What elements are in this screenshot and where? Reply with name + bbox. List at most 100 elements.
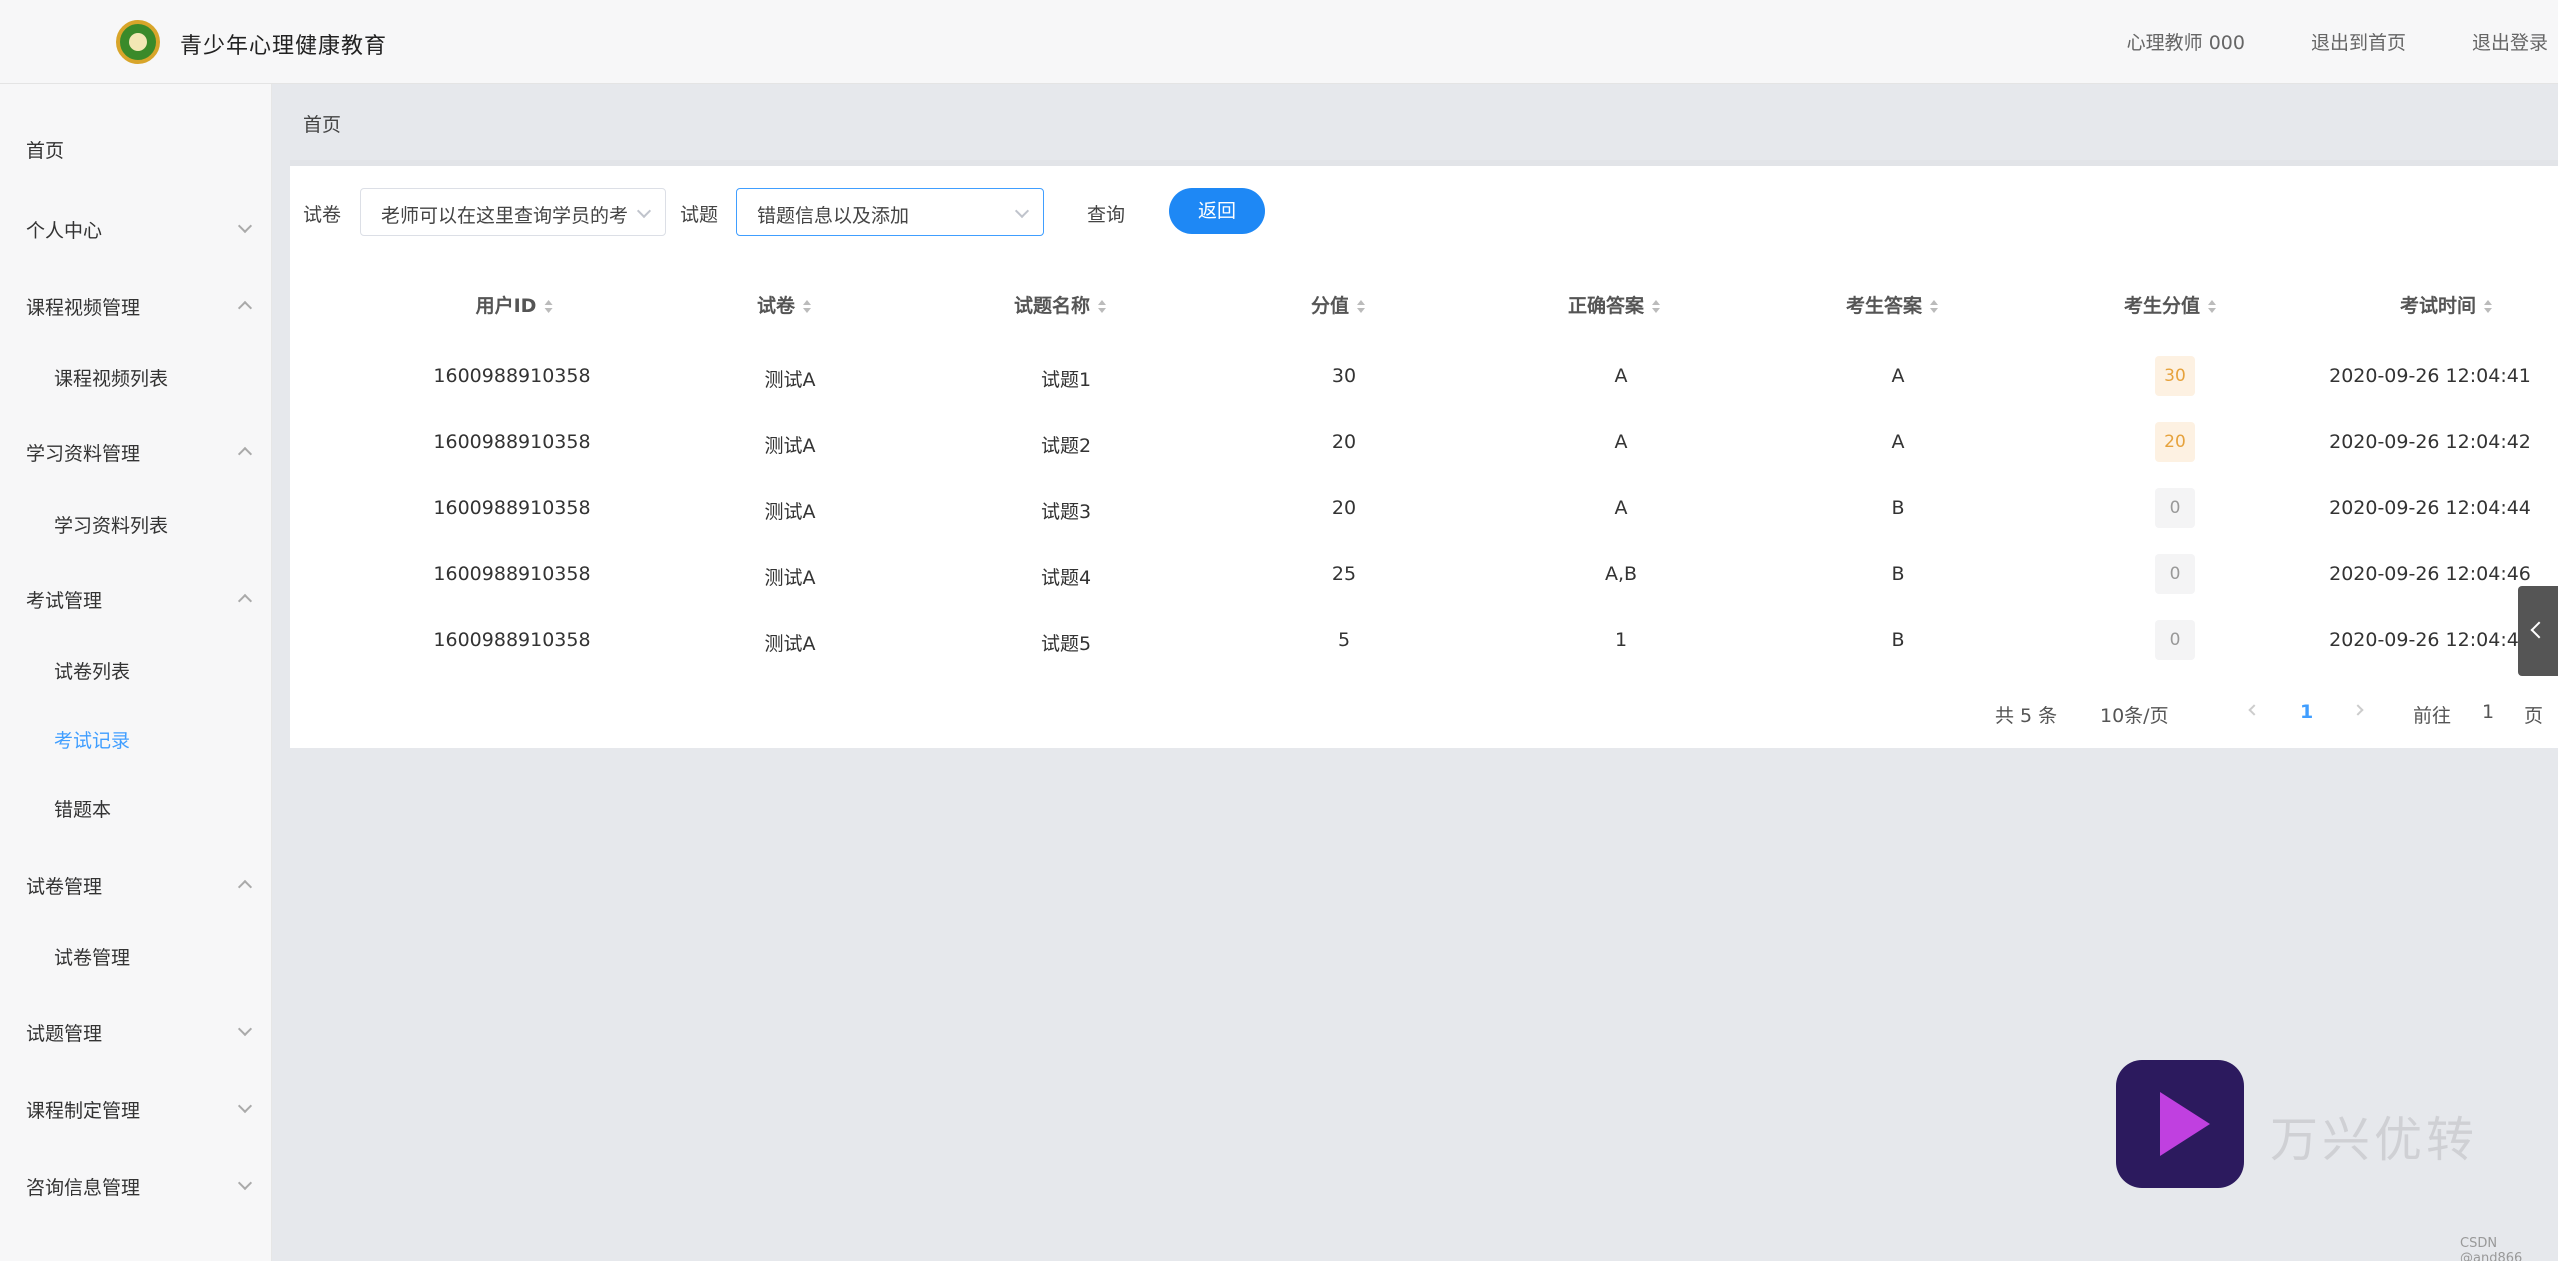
breadcrumb[interactable]: 首页 (303, 110, 341, 137)
paper-select[interactable]: 老师可以在这里查询学员的考 (360, 188, 666, 236)
sidebar-item-exam-records[interactable]: 考试记录 (0, 704, 272, 774)
sidebar-item-study-material-management[interactable]: 学习资料管理 (0, 417, 272, 487)
cell-student-answer: B (1891, 563, 1905, 585)
sidebar-item-question-management[interactable]: 试题管理 (0, 997, 272, 1067)
cell-correct-answer: A,B (1604, 563, 1638, 585)
pagination-goto-label: 前往 (2413, 705, 2452, 727)
cell-paper: 测试A (764, 369, 816, 391)
pagination-page-suffix: 页 (2524, 705, 2544, 727)
page-size-select[interactable]: 10条/页 (2100, 701, 2169, 728)
sidebar-item-course-video-list[interactable]: 课程视频列表 (0, 342, 272, 412)
col-exam-time[interactable]: 考试时间 (2400, 291, 2493, 318)
sort-icon[interactable] (1930, 299, 1939, 314)
cell-question: 试题5 (1040, 633, 1092, 655)
cell-exam-time: 2020-09-26 12:04:48 (2329, 629, 2531, 651)
sidebar-item-course-video-management[interactable]: 课程视频管理 (0, 271, 272, 341)
cell-score: 5 (1337, 629, 1351, 651)
logo-icon (116, 20, 160, 64)
cell-exam-time: 2020-09-26 12:04:44 (2329, 497, 2531, 519)
cell-score: 20 (1331, 431, 1357, 453)
sort-icon[interactable] (1357, 299, 1366, 314)
paper-filter-label: 试卷 (303, 204, 342, 226)
sidebar-item-exam-management[interactable]: 考试管理 (0, 564, 272, 634)
sort-icon[interactable] (1098, 299, 1107, 314)
chevron-up-icon (237, 300, 253, 316)
watermark-text: 万兴优转 (2270, 1112, 2479, 1168)
sidebar-item-consult-management[interactable]: 咨询信息管理 (0, 1151, 272, 1221)
chevron-down-icon (1014, 203, 1030, 219)
cell-student-answer: B (1891, 629, 1905, 651)
pagination-current-page[interactable]: 1 (2300, 701, 2313, 723)
sidebar-item-paper-management[interactable]: 试卷管理 (0, 850, 272, 920)
cell-score: 30 (1331, 365, 1357, 387)
sort-icon[interactable] (2208, 299, 2217, 314)
cell-correct-answer: 1 (1614, 629, 1628, 651)
cell-question: 试题3 (1040, 501, 1092, 523)
cell-student-answer: A (1891, 431, 1905, 453)
back-button[interactable]: 返回 (1169, 188, 1265, 234)
col-paper[interactable]: 试卷 (757, 291, 812, 318)
user-name: 心理教师 000 (2126, 32, 2245, 54)
cell-paper: 测试A (764, 501, 816, 523)
col-score[interactable]: 分值 (1311, 291, 1366, 318)
col-student-answer[interactable]: 考生答案 (1846, 291, 1939, 318)
sidebar-item-course-plan-management[interactable]: 课程制定管理 (0, 1074, 272, 1144)
cell-correct-answer: A (1614, 497, 1628, 519)
col-question-name[interactable]: 试题名称 (1014, 291, 1107, 318)
sidebar-item-paper-management-sub[interactable]: 试卷管理 (0, 921, 272, 991)
chevron-down-icon (237, 1021, 253, 1037)
col-user-id[interactable]: 用户ID (476, 291, 553, 318)
chevron-down-icon (636, 203, 652, 219)
cell-exam-time: 2020-09-26 12:04:41 (2329, 365, 2531, 387)
student-score-tag: 30 (2155, 356, 2195, 396)
cell-user-id: 1600988910358 (433, 629, 591, 651)
csdn-watermark: CSDN @and866 (2460, 1236, 2523, 1261)
student-score-tag: 0 (2155, 488, 2195, 528)
cell-user-id: 1600988910358 (433, 497, 591, 519)
sort-icon[interactable] (803, 299, 812, 314)
cell-paper: 测试A (764, 633, 816, 655)
cell-question: 试题1 (1040, 369, 1092, 391)
cell-user-id: 1600988910358 (433, 563, 591, 585)
site-title: 青少年心理健康教育 (180, 34, 388, 59)
col-student-score[interactable]: 考生分值 (2124, 291, 2217, 318)
cell-correct-answer: A (1614, 365, 1628, 387)
sidebar-item-personal-center[interactable]: 个人中心 (0, 194, 272, 264)
side-collapse-button[interactable] (2518, 586, 2558, 676)
col-correct-answer[interactable]: 正确答案 (1568, 291, 1661, 318)
chevron-down-icon (237, 1098, 253, 1114)
sidebar-item-home[interactable]: 首页 (0, 114, 272, 184)
chevron-down-icon (237, 1175, 253, 1191)
sort-icon[interactable] (1652, 299, 1661, 314)
student-score-tag: 0 (2155, 620, 2195, 660)
chevron-up-icon (237, 446, 253, 462)
student-score-tag: 0 (2155, 554, 2195, 594)
sidebar-item-study-material-list[interactable]: 学习资料列表 (0, 489, 272, 559)
sidebar-item-wrong-questions[interactable]: 错题本 (0, 773, 272, 843)
pagination-goto-input[interactable]: 1 (2482, 701, 2494, 723)
cell-question: 试题2 (1040, 435, 1092, 457)
sort-icon[interactable] (544, 299, 553, 314)
cell-paper: 测试A (764, 435, 816, 457)
cell-exam-time: 2020-09-26 12:04:46 (2329, 563, 2531, 585)
query-button[interactable]: 查询 (1087, 200, 1125, 227)
cell-paper: 测试A (764, 567, 816, 589)
chevron-up-icon (237, 593, 253, 609)
question-select[interactable]: 错题信息以及添加 (736, 188, 1044, 236)
sidebar-item-paper-list[interactable]: 试卷列表 (0, 635, 272, 705)
sort-icon[interactable] (2484, 299, 2493, 314)
chevron-down-icon (237, 218, 253, 234)
sidebar: 首页 个人中心 课程视频管理 课程视频列表 学习资料管理 学习资料列表 考试管理… (0, 84, 272, 1261)
cell-correct-answer: A (1614, 431, 1628, 453)
cell-student-answer: A (1891, 365, 1905, 387)
cell-student-answer: B (1891, 497, 1905, 519)
cell-exam-time: 2020-09-26 12:04:42 (2329, 431, 2531, 453)
top-header: 青少年心理健康教育 心理教师 000 退出到首页 退出登录 (0, 0, 2558, 84)
header-actions: 心理教师 000 退出到首页 退出登录 (2127, 28, 2558, 55)
exit-home-link[interactable]: 退出到首页 (2311, 28, 2406, 55)
pagination-total: 共 5 条 (1995, 705, 2058, 727)
logout-link[interactable]: 退出登录 (2472, 28, 2548, 55)
cell-question: 试题4 (1040, 567, 1092, 589)
cell-user-id: 1600988910358 (433, 431, 591, 453)
question-filter-label: 试题 (680, 204, 719, 226)
